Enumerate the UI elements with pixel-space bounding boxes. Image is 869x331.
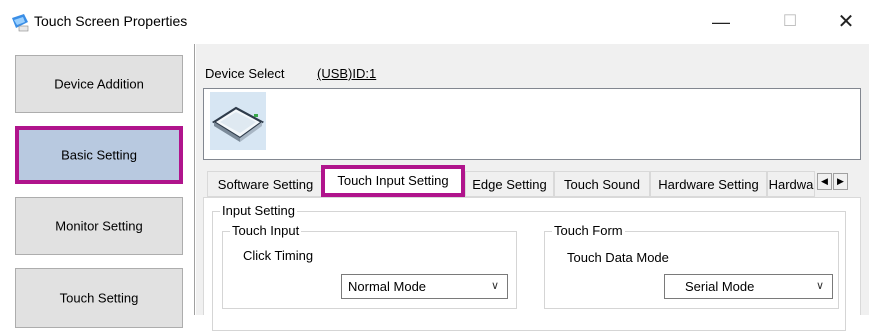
click-timing-label: Click Timing: [243, 248, 314, 263]
tab-touch-input-setting[interactable]: Touch Input Setting: [321, 165, 465, 197]
panel-divider: [194, 44, 195, 315]
touch-data-mode-select[interactable]: Serial Mode ∨: [664, 274, 833, 299]
tab-software-setting[interactable]: Software Setting: [207, 171, 324, 197]
tab-hardware-more[interactable]: Hardwa: [767, 171, 815, 197]
tab-touch-sound[interactable]: Touch Sound: [554, 171, 650, 197]
sidebar-item-device-addition[interactable]: Device Addition: [15, 55, 183, 113]
sidebar-item-label: Monitor Setting: [55, 218, 143, 234]
touch-data-mode-label: Touch Data Mode: [567, 250, 669, 265]
app-icon: [12, 14, 29, 32]
sidebar-item-label: Basic Setting: [61, 147, 137, 163]
tab-scroll-left-button[interactable]: ◀: [817, 173, 832, 190]
sidebar-item-basic-setting[interactable]: Basic Setting: [15, 126, 183, 184]
touch-panel-icon: [211, 106, 265, 142]
chevron-down-icon: ∨: [815, 280, 824, 292]
title-bar: Touch Screen Properties — ☐ ✕: [0, 0, 869, 45]
touch-input-label: Touch Input: [230, 223, 302, 238]
sidebar-item-label: Device Addition: [54, 76, 144, 92]
click-timing-value: Normal Mode: [348, 279, 427, 294]
sidebar-item-monitor-setting[interactable]: Monitor Setting: [15, 197, 183, 255]
tab-hardware-setting[interactable]: Hardware Setting: [650, 171, 767, 197]
sidebar-item-label: Touch Setting: [59, 290, 139, 306]
click-timing-select[interactable]: Normal Mode ∨: [341, 274, 508, 299]
close-button[interactable]: ✕: [823, 0, 869, 44]
minimize-button[interactable]: —: [698, 0, 744, 44]
input-setting-label: Input Setting: [220, 203, 297, 218]
touch-form-label: Touch Form: [552, 223, 625, 238]
tab-scroll-right-button[interactable]: ▶: [833, 173, 848, 190]
chevron-down-icon: ∨: [490, 280, 499, 292]
touch-data-mode-value: Serial Mode: [685, 279, 755, 294]
tab-edge-setting[interactable]: Edge Setting: [465, 171, 554, 197]
device-thumbnail[interactable]: [210, 92, 266, 150]
window-title: Touch Screen Properties: [34, 13, 188, 29]
device-list: [203, 88, 861, 160]
device-id-link[interactable]: (USB)ID:1: [317, 66, 376, 81]
device-select-label: Device Select: [205, 66, 285, 81]
sidebar-item-touch-setting[interactable]: Touch Setting: [15, 268, 183, 328]
maximize-button[interactable]: ☐: [767, 0, 813, 44]
